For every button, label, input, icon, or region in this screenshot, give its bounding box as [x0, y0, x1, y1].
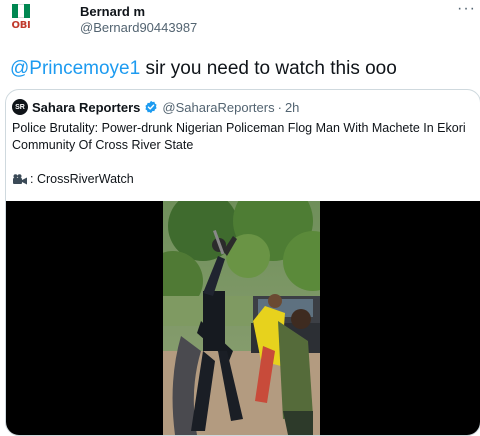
tweet-body: sir you need to watch this ooo	[140, 58, 397, 79]
mention-link[interactable]: @Princemoye1	[10, 58, 140, 79]
more-options-icon[interactable]: ···	[457, 0, 476, 18]
author-handle[interactable]: @Bernard90443987	[80, 20, 197, 35]
quote-author-name[interactable]: Sahara Reporters	[32, 100, 140, 115]
video-credit: : CrossRiverWatch	[12, 172, 134, 186]
tweet-text: @Princemoye1 sir you need to watch this …	[10, 58, 397, 80]
movie-camera-icon	[13, 173, 27, 184]
video-thumbnail	[163, 201, 320, 435]
flag-stripe-right	[24, 4, 30, 18]
quote-avatar[interactable]: SR	[12, 99, 28, 115]
quote-tweet-card[interactable]: SR Sahara Reporters @SaharaReporters · 2…	[5, 89, 480, 436]
video-thumbnail-image	[163, 201, 320, 435]
video-player[interactable]	[6, 201, 480, 435]
nigeria-flag-icon	[12, 4, 30, 18]
quote-header: SR Sahara Reporters @SaharaReporters · 2…	[12, 99, 299, 115]
author-name[interactable]: Bernard m	[80, 4, 145, 19]
verified-badge-icon	[145, 100, 157, 114]
separator-dot: ·	[277, 99, 282, 115]
quote-text: Police Brutality: Power-drunk Nigerian P…	[12, 121, 466, 152]
avatar-text: OBI	[11, 20, 31, 31]
avatar[interactable]: OBI	[9, 4, 33, 34]
video-credit-label: : CrossRiverWatch	[30, 172, 134, 186]
quote-timestamp[interactable]: 2h	[285, 100, 299, 115]
quote-author-handle[interactable]: @SaharaReporters	[162, 100, 274, 115]
